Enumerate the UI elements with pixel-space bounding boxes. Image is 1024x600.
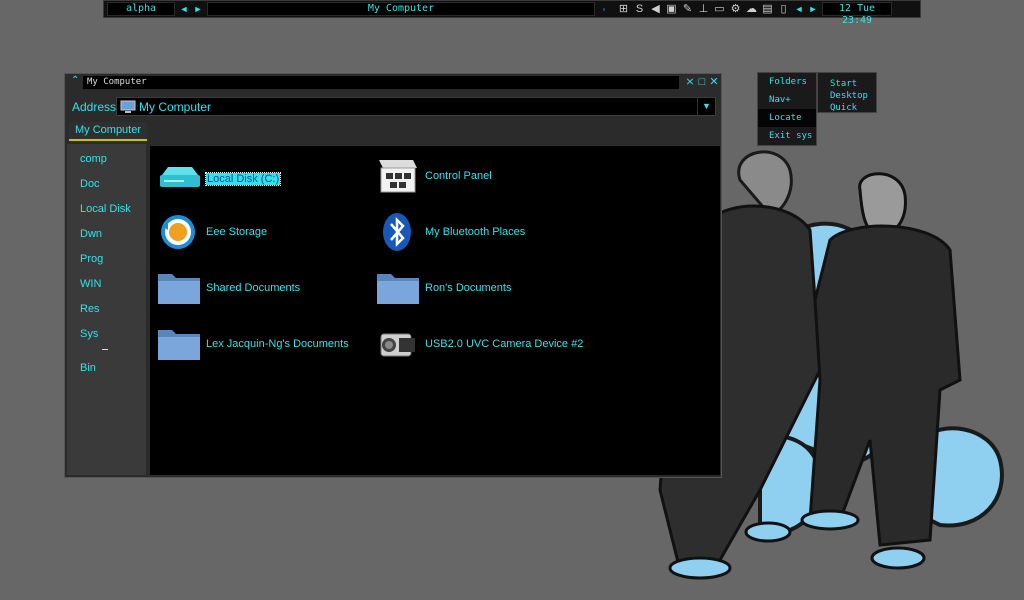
folder-icon <box>158 330 200 360</box>
menu-item-folders[interactable]: Folders <box>758 73 816 91</box>
sidebar-item-doc[interactable]: Doc <box>80 178 100 190</box>
menu-item-nav[interactable]: Nav+ <box>758 91 816 109</box>
sidebar-item-bin[interactable]: Bin <box>80 362 96 374</box>
item-eee-storage[interactable]: Eee Storage <box>156 212 267 252</box>
item-label: USB2.0 UVC Camera Device #2 <box>425 338 584 350</box>
sidebar-item-prog[interactable]: Prog <box>80 253 103 265</box>
keyboard-icon[interactable]: ▤ <box>761 3 774 16</box>
active-window-title[interactable]: My Computer <box>207 2 595 16</box>
tray-cloud-icon[interactable]: ☁ <box>745 3 758 16</box>
sidebar-item-local-disk[interactable]: Local Disk <box>80 203 131 215</box>
text-cursor <box>102 349 108 350</box>
item-label: Shared Documents <box>206 282 301 294</box>
camera-icon <box>380 333 415 357</box>
sidebar: comp Doc Local Disk Dwn Prog WIN Res Sys… <box>67 144 146 475</box>
item-label: Ron's Documents <box>425 282 512 294</box>
explorer-window: ⌃ My Computer ⨯ □ ✕ Address My Computer … <box>64 73 722 478</box>
tab-my-computer[interactable]: My Computer <box>69 122 148 141</box>
window-title: My Computer <box>83 76 679 89</box>
sidebar-item-res[interactable]: Res <box>80 303 100 315</box>
workspace-next-button[interactable]: ► <box>193 4 203 14</box>
tray-gear-icon[interactable]: ⚙ <box>729 3 742 16</box>
tab-row: My Computer <box>65 122 721 141</box>
item-label: Eee Storage <box>206 226 268 238</box>
sidebar-item-win[interactable]: WIN <box>80 278 101 290</box>
item-lex-documents[interactable]: Lex Jacquin-Ng's Documents <box>156 324 349 364</box>
item-shared-documents[interactable]: Shared Documents <box>156 268 300 308</box>
usb-icon[interactable]: ⊥ <box>697 3 710 16</box>
clock-prev-button[interactable]: ◄ <box>794 4 804 14</box>
clock[interactable]: 12 Tue 23:49 <box>822 2 892 26</box>
workspace-prev-button[interactable]: ◄ <box>179 4 189 14</box>
folder-icon <box>377 274 419 304</box>
address-dropdown-icon[interactable]: ▼ <box>697 98 715 115</box>
sync-icon <box>161 215 195 249</box>
sidebar-item-dwn[interactable]: Dwn <box>80 228 102 240</box>
file-view: Local Disk (C:) Control Panel Eee Storag… <box>150 146 720 475</box>
address-label: Address <box>72 100 117 114</box>
item-label: Control Panel <box>425 170 492 182</box>
sidebar-item-sys[interactable]: Sys <box>80 328 98 340</box>
skype-icon[interactable]: S <box>633 3 646 16</box>
minimize-button[interactable]: ⨯ <box>684 75 696 89</box>
submenu-item-desktop[interactable]: Desktop <box>818 90 876 102</box>
control-panel-icon <box>379 160 417 193</box>
tray-monitor-icon[interactable]: ▣ <box>665 3 678 16</box>
clock-next-button[interactable]: ► <box>808 4 818 14</box>
address-value[interactable]: My Computer <box>139 100 211 114</box>
desktop-menu: Folders Nav+ Locate Exit sys <box>757 72 817 146</box>
network-icon[interactable]: ⊞ <box>617 3 630 16</box>
sidebar-item-comp[interactable]: comp <box>80 153 107 165</box>
close-button[interactable]: ✕ <box>708 75 720 89</box>
workspace-label[interactable]: alpha <box>107 2 175 16</box>
address-bar-row: Address My Computer ▼ <box>65 96 721 118</box>
item-my-bluetooth-places[interactable]: My Bluetooth Places <box>375 212 525 252</box>
maximize-button[interactable]: □ <box>696 75 708 89</box>
item-label: Local Disk (C:) <box>204 172 282 186</box>
computer-icon <box>120 100 136 113</box>
volume-icon[interactable]: ◀ <box>649 3 662 16</box>
pen-icon[interactable]: ✎ <box>681 3 694 16</box>
taskbar-dot-icon[interactable]: ◦ <box>599 5 609 14</box>
drive-icon <box>160 167 200 187</box>
item-label: Lex Jacquin-Ng's Documents <box>206 338 349 350</box>
item-usb-camera[interactable]: USB2.0 UVC Camera Device #2 <box>375 324 583 364</box>
taskbar: alpha ◄ ► My Computer ◦ ⊞ S ◀ ▣ ✎ ⊥ ▭ ⚙ … <box>103 0 921 26</box>
submenu-item-quick[interactable]: Quick <box>818 102 876 114</box>
tray-window-icon[interactable]: ▭ <box>713 3 726 16</box>
menu-item-exit-sys[interactable]: Exit sys <box>758 127 816 145</box>
item-local-disk[interactable]: Local Disk (C:) <box>156 159 282 199</box>
item-rons-documents[interactable]: Ron's Documents <box>375 268 511 308</box>
system-tray: ⊞ S ◀ ▣ ✎ ⊥ ▭ ⚙ ☁ ▤ ▯ <box>617 3 790 16</box>
window-titlebar[interactable]: ⌃ My Computer ⨯ □ ✕ <box>65 74 721 91</box>
address-bar[interactable]: My Computer ▼ <box>116 97 716 116</box>
submenu-item-start[interactable]: Start <box>818 78 876 90</box>
menu-item-locate[interactable]: Locate <box>758 109 816 127</box>
desktop-submenu: Start Desktop Quick <box>817 72 877 113</box>
item-label: My Bluetooth Places <box>425 226 526 238</box>
bluetooth-icon <box>383 213 411 251</box>
item-control-panel[interactable]: Control Panel <box>375 156 492 196</box>
battery-icon[interactable]: ▯ <box>777 3 790 16</box>
window-menu-caret-icon[interactable]: ⌃ <box>71 75 79 86</box>
folder-icon <box>158 274 200 304</box>
